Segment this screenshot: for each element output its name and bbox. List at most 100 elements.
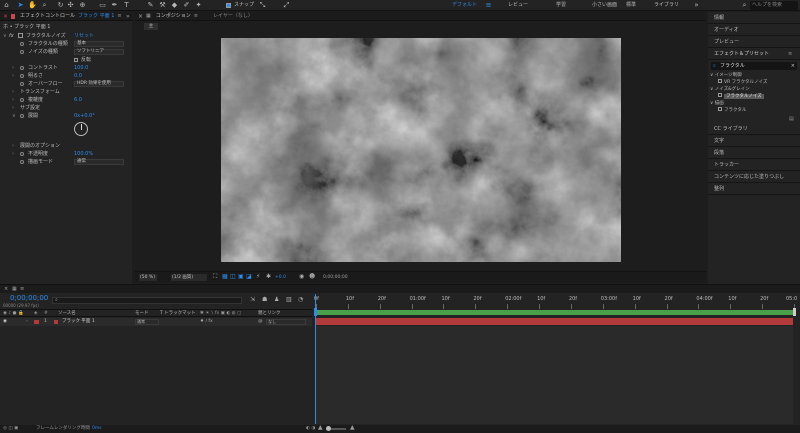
panel-paragraph[interactable]: 段落 (708, 147, 800, 159)
column-parent-link[interactable]: 親とリンク (258, 310, 281, 317)
pan-behind-tool-icon[interactable]: ⊕ (78, 1, 87, 10)
transparency-grid-icon[interactable]: ▣ (238, 273, 244, 280)
tab-layer-name[interactable]: ブラック 平面 1 (78, 12, 114, 21)
blending-mode-dropdown[interactable]: 通常 (74, 159, 124, 165)
snapshot-icon[interactable]: ◉ (299, 273, 304, 280)
invert-checkbox[interactable] (74, 58, 78, 62)
stopwatch-icon[interactable] (20, 98, 24, 102)
stopwatch-icon[interactable] (20, 42, 24, 46)
brightness-value[interactable]: 0.0 (74, 72, 82, 80)
panel-align[interactable]: 整列 (708, 183, 800, 195)
layer-name[interactable]: ブラック 平面 1 (62, 318, 95, 326)
hand-tool-icon[interactable]: ✋ (28, 1, 37, 10)
brush-tool-icon[interactable]: ✎ (146, 1, 155, 10)
composition-viewer[interactable] (221, 38, 621, 262)
layer-mode-dropdown[interactable]: 通常 (135, 319, 159, 325)
panel-overflow-icon[interactable]: » (126, 13, 130, 20)
panel-preview[interactable]: プレビュー (708, 36, 800, 48)
zoom-dropdown[interactable]: (50 %) (139, 274, 157, 281)
show-snapshot-icon[interactable]: ☻ (309, 273, 315, 280)
layer-expand-icon[interactable]: › (26, 318, 28, 326)
workspace-learn[interactable]: 学習 (556, 1, 566, 10)
column-source-name[interactable]: ソース名 (58, 310, 76, 317)
group-transform[interactable]: › トランスフォーム (0, 88, 132, 96)
stopwatch-icon[interactable] (20, 74, 24, 78)
group-evolution-options[interactable]: › 展開のオプション (0, 142, 132, 150)
column-mode[interactable]: モード (135, 310, 149, 317)
workspace-libraries[interactable]: ライブラリ (654, 1, 679, 10)
workspace-review[interactable]: レビュー (508, 1, 528, 10)
layer-switch-icons[interactable]: ♦ ∕ fx (200, 318, 213, 326)
evolution-value[interactable]: 0x+0.0° (74, 112, 95, 120)
stopwatch-icon[interactable] (20, 66, 24, 70)
parent-dropdown[interactable]: なし (266, 319, 306, 325)
noise-type-dropdown[interactable]: ソフトリニア (74, 49, 124, 55)
workspace-default[interactable]: デフォルト (452, 1, 477, 10)
visibility-icon[interactable]: ◉ (3, 318, 7, 326)
draft-3d-icon[interactable]: ☗ (262, 296, 267, 303)
effects-panel-menu-icon[interactable]: ≡ (788, 48, 792, 60)
region-interest-icon[interactable]: ◪ (246, 273, 252, 280)
panel-menu-icon[interactable]: ≡ (117, 13, 121, 19)
panel-audio[interactable]: オーディオ (708, 24, 800, 36)
layer-duration-bar[interactable] (316, 318, 793, 325)
rectangle-tool-icon[interactable]: ▭ (98, 1, 107, 10)
stopwatch-icon[interactable] (20, 114, 24, 118)
puppet-tool-icon[interactable]: ✦ (194, 1, 203, 10)
comp-timecode[interactable]: 0;00;00;00 (323, 274, 348, 281)
fx-icon[interactable]: fx (9, 32, 14, 40)
stopwatch-icon[interactable] (20, 152, 24, 156)
workspace-menu-icon[interactable]: ≡ (484, 1, 493, 10)
motion-blur-icon[interactable]: ◔ (298, 296, 303, 303)
frame-blend-icon[interactable]: ▥ (286, 296, 292, 303)
work-area-end-handle[interactable] (793, 308, 796, 316)
grid-icon[interactable]: ▦ (222, 273, 228, 280)
work-area-bar[interactable] (316, 310, 793, 315)
tree-item-fractal-noise[interactable]: フラクタルノイズ (718, 93, 796, 100)
close-icon[interactable]: × (4, 285, 8, 293)
effect-reset-link[interactable]: リセット (74, 32, 94, 40)
tree-item-vr-fractal-noise[interactable]: VR フラクタルノイズ (718, 79, 767, 86)
search-help-icon[interactable]: ⌕ (740, 1, 749, 10)
panel-menu-icon[interactable]: ≡ (20, 285, 24, 293)
selection-tool-icon[interactable]: ➤ (16, 1, 25, 10)
fast-preview-icon[interactable]: ⚡ (256, 273, 260, 280)
panel-menu-icon[interactable]: ≡ (194, 13, 198, 19)
complexity-value[interactable]: 6.0 (74, 96, 82, 104)
clone-stamp-tool-icon[interactable]: ⚒ (158, 1, 167, 10)
comp-mini-flowchart-icon[interactable]: ⇲ (250, 296, 255, 303)
panel-content-aware-fill[interactable]: コンテンツに応じた塗りつぶし (708, 171, 800, 183)
comp-name-chip[interactable]: 主 (144, 23, 158, 30)
timeline-timecode[interactable]: 0;00;00;00 (10, 294, 48, 302)
tab-composition[interactable]: コンポジション (153, 12, 194, 21)
evolution-dial[interactable] (74, 122, 88, 136)
tab-effect-controls[interactable]: エフェクトコントロール (17, 12, 78, 21)
current-time-indicator[interactable] (315, 294, 316, 424)
stopwatch-icon[interactable] (20, 50, 24, 54)
layer-row[interactable]: ◉ › 1 ブラック 平面 1 通常 ♦ ∕ fx @ なし (0, 318, 312, 326)
zoom-slider-thumb[interactable] (326, 426, 331, 431)
zoom-tool-icon[interactable]: ⌕ (40, 1, 49, 10)
snap-options-icon[interactable]: ⤡ (258, 1, 267, 10)
toggle-icons[interactable]: ◎ ◫ ▣ (3, 425, 18, 433)
tree-cat-image-control[interactable]: ∨ イメージ制御 (710, 72, 742, 79)
tree-cat-noise-grain[interactable]: ∨ ノイズ&グレイン (710, 86, 750, 93)
effect-header-row[interactable]: ∨ fx フラクタルノイズ リセット (0, 32, 132, 40)
clear-search-icon[interactable]: × (791, 62, 795, 70)
close-icon[interactable]: × (0, 13, 11, 20)
stopwatch-icon[interactable] (20, 160, 24, 164)
column-track-matte[interactable]: T トラックマット (160, 310, 196, 317)
close-icon[interactable]: × (135, 13, 146, 20)
exposure-value[interactable]: +0.0 (275, 274, 286, 281)
stopwatch-icon[interactable] (20, 82, 24, 86)
timeline-search-input[interactable]: ⌕ (52, 297, 242, 304)
mask-icon[interactable]: ◫ (230, 273, 236, 280)
resolution-dropdown[interactable]: (1/2 画質) (171, 274, 207, 281)
panel-effects-presets[interactable]: エフェクト＆プリセット (708, 48, 800, 60)
flowchart-icon[interactable]: ✱ (266, 273, 271, 280)
overflow-dropdown[interactable]: HDR 効果を使用 (74, 81, 124, 87)
rotate-tool-icon[interactable]: ↻ (56, 1, 65, 10)
fullscreen-icon[interactable]: ⛶ (213, 273, 217, 281)
fractal-type-dropdown[interactable]: 基本 (74, 41, 124, 47)
panel-info[interactable]: 情報 (708, 12, 800, 24)
